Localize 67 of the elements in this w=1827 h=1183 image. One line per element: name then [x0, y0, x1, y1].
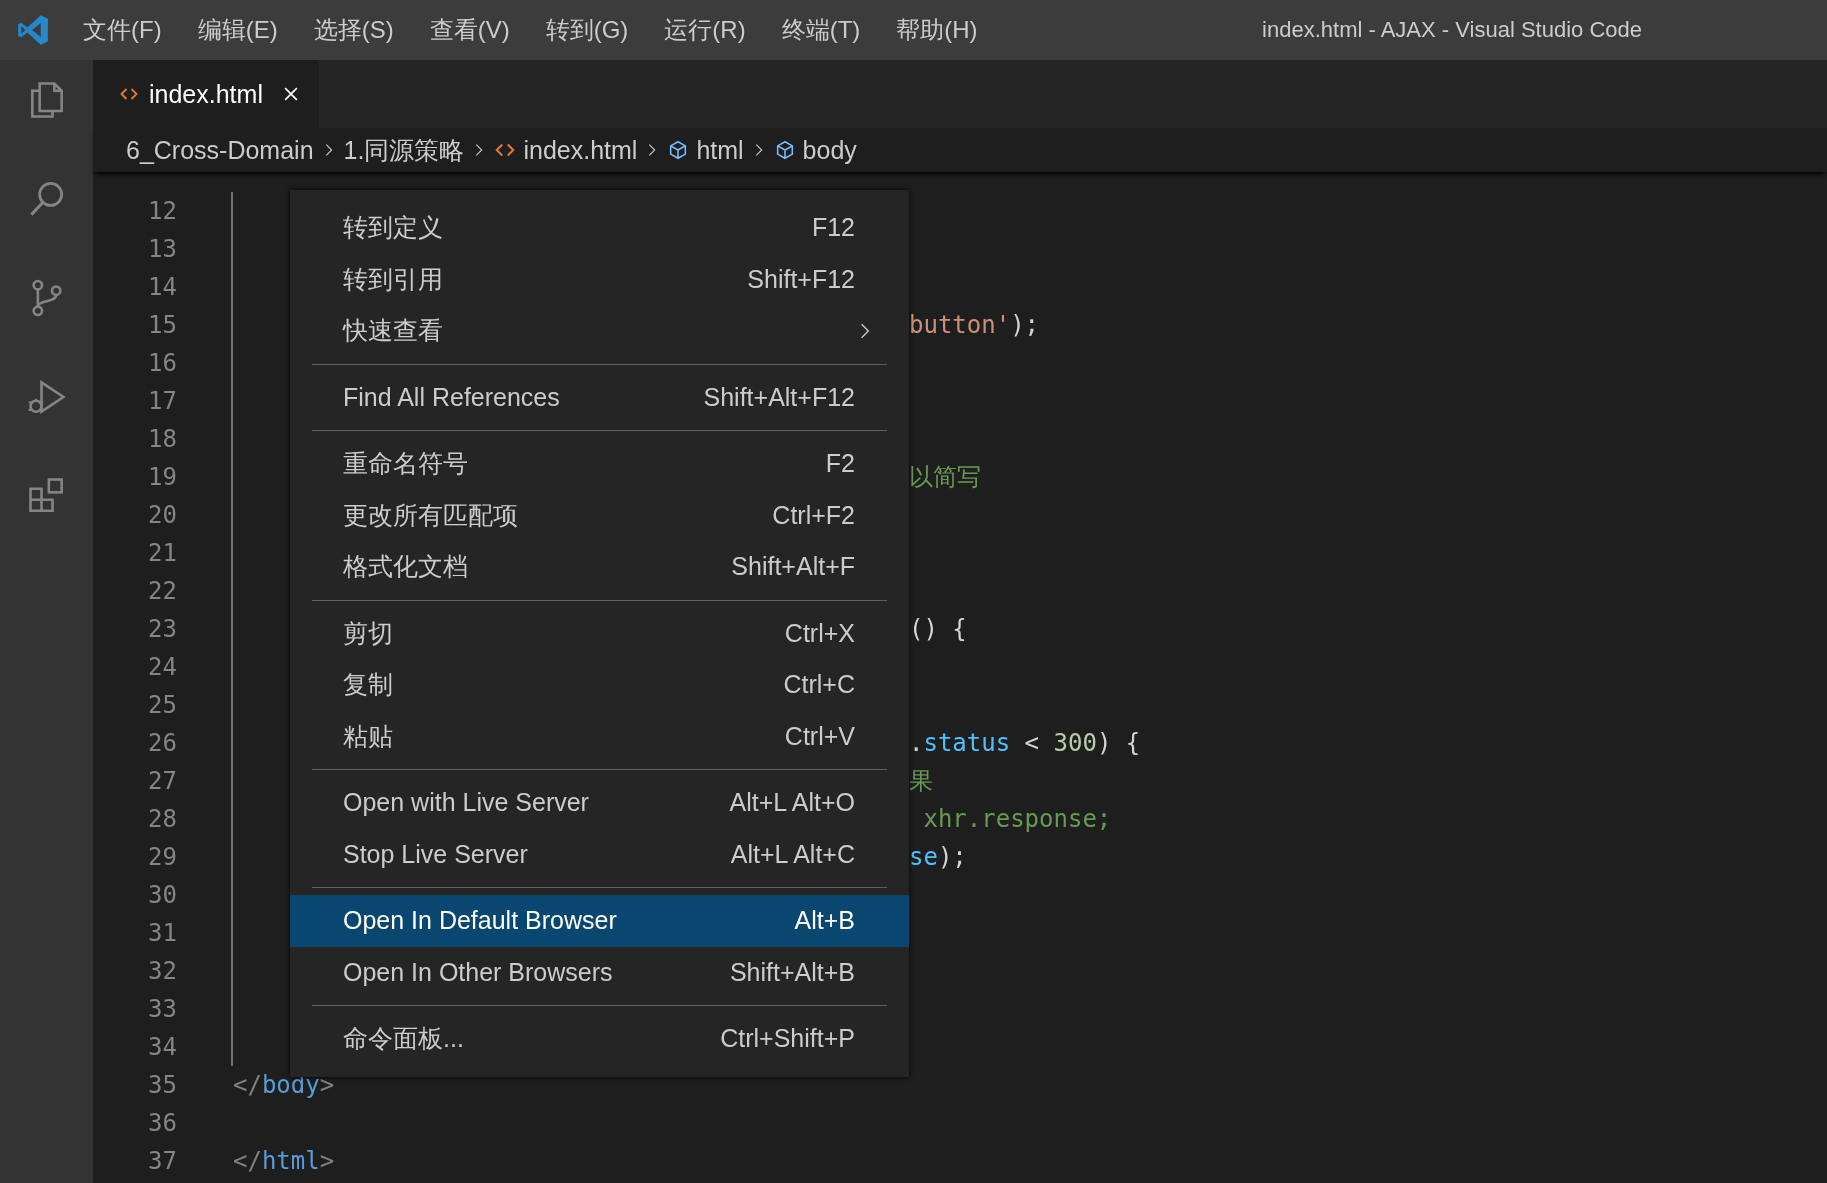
code-text: 果	[909, 766, 933, 797]
line-number: 15	[147, 311, 177, 339]
line-number: 34	[147, 1033, 177, 1061]
menu-item[interactable]: 剪切 Ctrl+X	[290, 607, 909, 659]
menu-item[interactable]: 更改所有匹配项 Ctrl+F2	[290, 489, 909, 541]
menu-item[interactable]: 终端(T)	[779, 12, 863, 48]
line-number: 23	[147, 615, 177, 643]
code-text: 以简写	[909, 462, 981, 493]
line-number: 26	[147, 729, 177, 757]
breadcrumb-item[interactable]: body	[802, 135, 857, 165]
line-number: 36	[147, 1109, 177, 1137]
menu-item[interactable]: 格式化文档 Shift+Alt+F	[290, 541, 909, 593]
menu-item[interactable]: Open with Live Server Alt+L Alt+O	[290, 777, 909, 829]
menu-item[interactable]: 转到(G)	[543, 12, 631, 48]
line-number: 17	[147, 387, 177, 415]
line-number: 21	[147, 539, 177, 567]
code-text: xhr.response;	[922, 805, 1112, 833]
menu-item[interactable]: Find All References Shift+Alt+F12	[290, 371, 909, 423]
menu-item[interactable]: Stop Live Server Alt+L Alt+C	[290, 828, 909, 880]
line-number: 30	[147, 881, 177, 909]
line-number: 28	[147, 805, 177, 833]
menu-item[interactable]: Open In Other Browsers Shift+Alt+B	[290, 946, 909, 998]
breadcrumb-item[interactable]: index.html	[523, 135, 638, 165]
line-number: 18	[147, 425, 177, 453]
line-number: 16	[147, 349, 177, 377]
menu-item[interactable]: 复制 Ctrl+C	[290, 659, 909, 711]
line-number: 35	[147, 1071, 177, 1099]
line-number: 22	[147, 577, 177, 605]
menu-item[interactable]: Open In Default Browser Alt+B	[290, 895, 909, 947]
code-text: </html>	[233, 1147, 335, 1175]
menu-item[interactable]: 编辑(E)	[195, 12, 280, 48]
code-text: se);	[909, 843, 967, 871]
menu-item[interactable]: 粘贴 Ctrl+V	[290, 710, 909, 762]
breadcrumb-item[interactable]: 1.同源策略	[343, 133, 465, 167]
code-text: .status < 300) {	[909, 729, 1141, 757]
menu-item[interactable]: 命令面板... Ctrl+Shift+P	[290, 1013, 909, 1065]
menu-item[interactable]: 转到定义 F12	[290, 202, 909, 254]
menu-item[interactable]: 查看(V)	[427, 12, 512, 48]
line-number: 19	[147, 463, 177, 491]
line-number: 32	[147, 957, 177, 985]
window-title: index.html - AJAX - Visual Studio Code	[1262, 17, 1642, 43]
line-number: 12	[147, 197, 177, 225]
line-number: 37	[147, 1147, 177, 1175]
line-number: 33	[147, 995, 177, 1023]
line-number: 25	[147, 691, 177, 719]
line-number: 31	[147, 919, 177, 947]
line-number: 20	[147, 501, 177, 529]
editor-tab[interactable]: index.html	[93, 60, 319, 128]
line-number: 24	[147, 653, 177, 681]
code-text: </body>	[233, 1071, 335, 1099]
menu-item[interactable]: 运行(R)	[662, 12, 748, 48]
menu-item[interactable]: 转到引用 Shift+F12	[290, 253, 909, 305]
line-number: 14	[147, 273, 177, 301]
code-text: button');	[909, 311, 1040, 339]
breadcrumb-item[interactable]: 6_Cross-Domain	[126, 135, 314, 165]
line-number: 29	[147, 843, 177, 871]
line-number: 27	[147, 767, 177, 795]
menu-item[interactable]: 文件(F)	[81, 12, 164, 48]
menu-item[interactable]: 帮助(H)	[894, 12, 980, 48]
tab-label: index.html	[149, 79, 263, 109]
code-text: () {	[909, 615, 967, 643]
line-number: 13	[147, 235, 177, 263]
menu-item[interactable]: 选择(S)	[311, 12, 396, 48]
menu-item[interactable]: 快速查看	[290, 305, 909, 357]
menu-item[interactable]: 重命名符号 F2	[290, 438, 909, 490]
app-logo-icon	[16, 13, 50, 47]
breadcrumb-item[interactable]: html	[696, 135, 744, 165]
